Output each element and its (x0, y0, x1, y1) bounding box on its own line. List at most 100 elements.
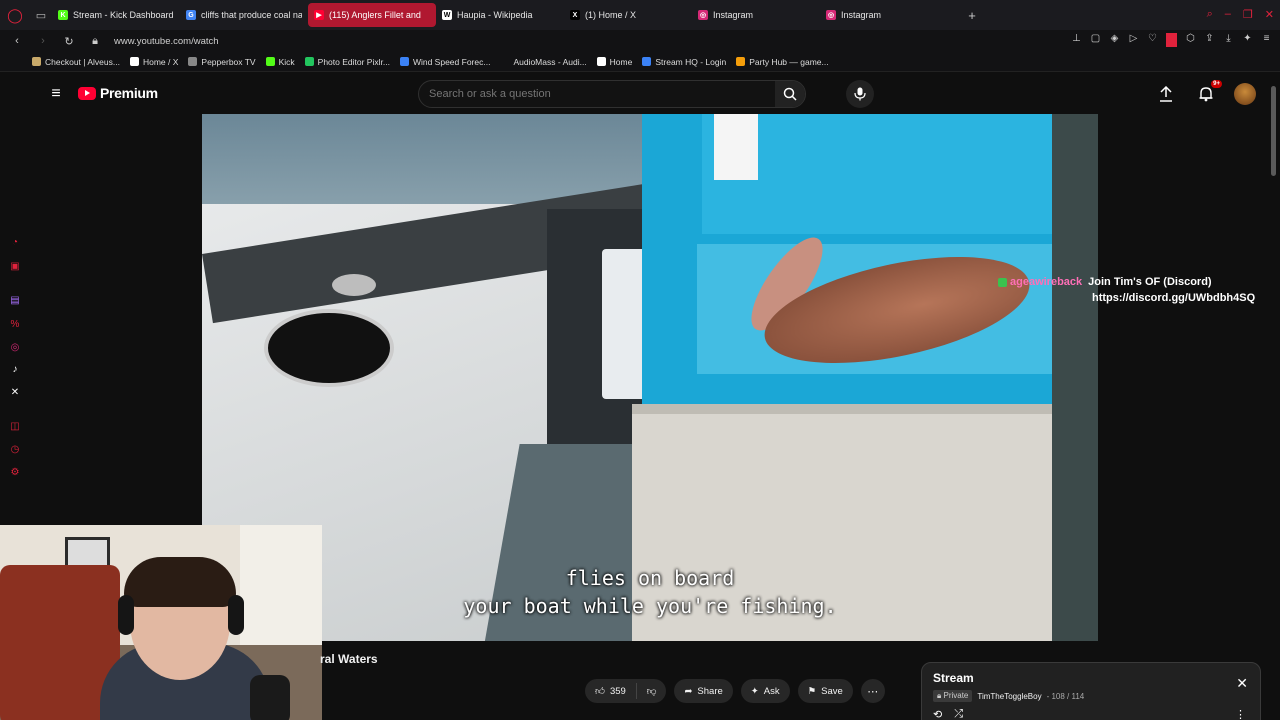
page-scrollbar[interactable] (1271, 86, 1276, 176)
bookmark-favicon-icon (304, 57, 314, 66)
browser-tab[interactable]: X (1) Home / X (564, 3, 692, 27)
tiktok-icon[interactable]: ♪ (9, 363, 21, 375)
back-icon[interactable]: ‹ (8, 32, 26, 50)
snapshot-icon[interactable]: ▢ (1090, 33, 1101, 47)
url-field[interactable]: www.youtube.com/watch (114, 36, 219, 47)
bookmark-favicon-icon (736, 57, 746, 66)
pin-icon[interactable]: ⊥ (1071, 33, 1082, 47)
shield-icon[interactable]: ◈ (1109, 33, 1120, 47)
minimize-icon[interactable]: – (1225, 8, 1231, 21)
history-icon[interactable]: ◫ (9, 420, 21, 432)
send-icon[interactable]: ▷ (1128, 33, 1139, 47)
stream-chat-overlay: ageawireback Join Tim's OF (Discord) htt… (998, 276, 1268, 304)
upload-icon[interactable] (1154, 82, 1178, 106)
extensions-icon[interactable]: ⬡ (1185, 33, 1196, 47)
settings-icon[interactable]: ⚙ (9, 466, 21, 478)
video-player[interactable]: flies on board your boat while you're fi… (202, 114, 1098, 641)
video-frame-edge (1052, 114, 1098, 641)
aria-icon[interactable]: ◔ (9, 236, 21, 248)
ai-icon[interactable]: ✦ (1242, 33, 1253, 47)
playlist-panel: Stream 🔒︎ Private TimTheToggleBoy - 108 … (921, 662, 1261, 720)
bookmark-favicon-icon (500, 57, 510, 66)
loop-icon[interactable]: ⟲ (933, 708, 942, 720)
tab-favicon-icon: ◎ (826, 10, 836, 20)
close-playlist-icon[interactable]: ✕ (1236, 675, 1248, 692)
tab-title: (1) Home / X (585, 10, 637, 20)
browser-tab[interactable]: W Haupia - Wikipedia (436, 3, 564, 27)
browser-tab[interactable]: ▶ (115) Anglers Fillet and (308, 3, 436, 27)
chat-username: ageawireback (998, 276, 1082, 288)
playlist-title[interactable]: Stream (933, 671, 974, 685)
dislike-button[interactable]: 👎︎ (637, 685, 667, 697)
browser-tab[interactable]: ◎ Instagram (692, 3, 820, 27)
new-tab-button[interactable]: + (962, 5, 982, 25)
webcam-microphone (250, 675, 290, 720)
bookmark-label: Wind Speed Forec... (412, 56, 491, 67)
bookmark-item[interactable]: Home (596, 57, 632, 67)
percent-icon[interactable]: % (9, 318, 21, 330)
search-input[interactable] (429, 81, 729, 107)
bookmark-item[interactable]: Kick (265, 57, 295, 67)
headset-left-icon (118, 595, 134, 635)
share-button[interactable]: ➦ Share (674, 679, 733, 703)
shuffle-icon[interactable]: ⤮ (954, 708, 963, 720)
browser-tab[interactable]: K Stream - Kick Dashboard (52, 3, 180, 27)
instagram-icon[interactable]: ◎ (9, 341, 21, 353)
tab-title: Instagram (841, 10, 882, 20)
x-icon[interactable]: ✕ (9, 386, 21, 398)
menu-icon[interactable]: ≡ (1261, 33, 1272, 47)
bookmark-item[interactable]: Party Hub — game... (736, 57, 829, 67)
tab-title: Instagram (713, 10, 754, 20)
search-tabs-icon[interactable]: ⌕ (1207, 8, 1213, 21)
tab-menu-icon[interactable]: ▭ (30, 0, 52, 30)
privacy-badge: 🔒︎ Private (933, 690, 973, 702)
browser-tab-bar: ◯ ▭ K Stream - Kick Dashboard Gcliffs that… (0, 0, 1280, 30)
download-icon[interactable]: ⤓ (1223, 33, 1234, 47)
thumbs-down-icon: 👎︎ (646, 686, 657, 697)
screen: ◯ ▭ K Stream - Kick Dashboard Gcliffs that… (0, 0, 1280, 720)
maximize-icon[interactable]: ❐ (1243, 8, 1253, 21)
reload-icon[interactable]: ↻ (60, 32, 78, 50)
clock-icon[interactable]: ◷ (9, 443, 21, 455)
close-window-icon[interactable]: ✕ (1265, 8, 1274, 21)
forward-icon[interactable]: › (34, 32, 52, 50)
hamburger-menu-icon[interactable]: ≡ (46, 84, 66, 104)
bookmark-item[interactable]: Pepperbox TV (188, 56, 256, 67)
like-button[interactable]: 👍︎ 359 (585, 683, 637, 699)
bag-icon[interactable]: ▣ (9, 260, 21, 272)
browser-tab[interactable]: Gcliffs that produce coal nat (180, 3, 308, 27)
youtube-logo[interactable]: Premium (78, 85, 158, 101)
opera-logo-icon[interactable]: ◯ (0, 0, 30, 30)
notifications-bell-icon[interactable]: 9+ (1194, 80, 1222, 106)
playlist-owner[interactable]: TimTheToggleBoy (977, 692, 1041, 701)
bookmark-item[interactable]: Wind Speed Forec... (399, 56, 491, 67)
caption-line-2: your boat while you're fishing. (463, 594, 837, 618)
browser-tab[interactable]: ◎ Instagram (820, 3, 948, 27)
thumbs-up-icon: 👍︎ (595, 686, 605, 697)
logo-text: Premium (100, 85, 158, 101)
youtube-play-icon (78, 86, 96, 100)
twitch-icon[interactable]: ▤ (9, 294, 21, 306)
playlist-more-icon[interactable]: ⋮ (1235, 708, 1246, 720)
lock-icon: 🔒︎ (92, 34, 98, 47)
tab-title: cliffs that produce coal nat (201, 10, 302, 20)
bookmark-item[interactable]: Photo Editor Pixlr... (304, 57, 390, 67)
ask-button[interactable]: ✦ Ask (740, 679, 790, 703)
bookmark-item[interactable]: AudioMass - Audi... (500, 57, 587, 67)
caption-line-1: flies on board (565, 566, 735, 590)
bookmark-favicon-icon (32, 57, 41, 66)
voice-search-button[interactable] (846, 80, 874, 108)
bookmark-item[interactable]: Stream HQ - Login (642, 57, 726, 67)
account-avatar[interactable] (1234, 83, 1256, 105)
bookmark-favicon-icon (129, 57, 139, 66)
playlist-meta: 🔒︎ Private TimTheToggleBoy - 108 / 114 (933, 690, 1084, 702)
search-button[interactable] (775, 81, 805, 107)
bookmark-label: Pepperbox TV (201, 56, 256, 67)
bookmark-favicon-icon (596, 57, 606, 66)
more-actions-icon[interactable]: ⋯ (860, 679, 885, 703)
bookmark-item[interactable]: Home / X (129, 57, 178, 67)
bookmark-item[interactable]: Checkout | Alveus... (32, 57, 120, 67)
share-icon[interactable]: ⇪ (1204, 33, 1215, 47)
save-button[interactable]: ⚑ Save (797, 679, 853, 703)
heart-icon[interactable]: ♡ (1147, 33, 1158, 47)
